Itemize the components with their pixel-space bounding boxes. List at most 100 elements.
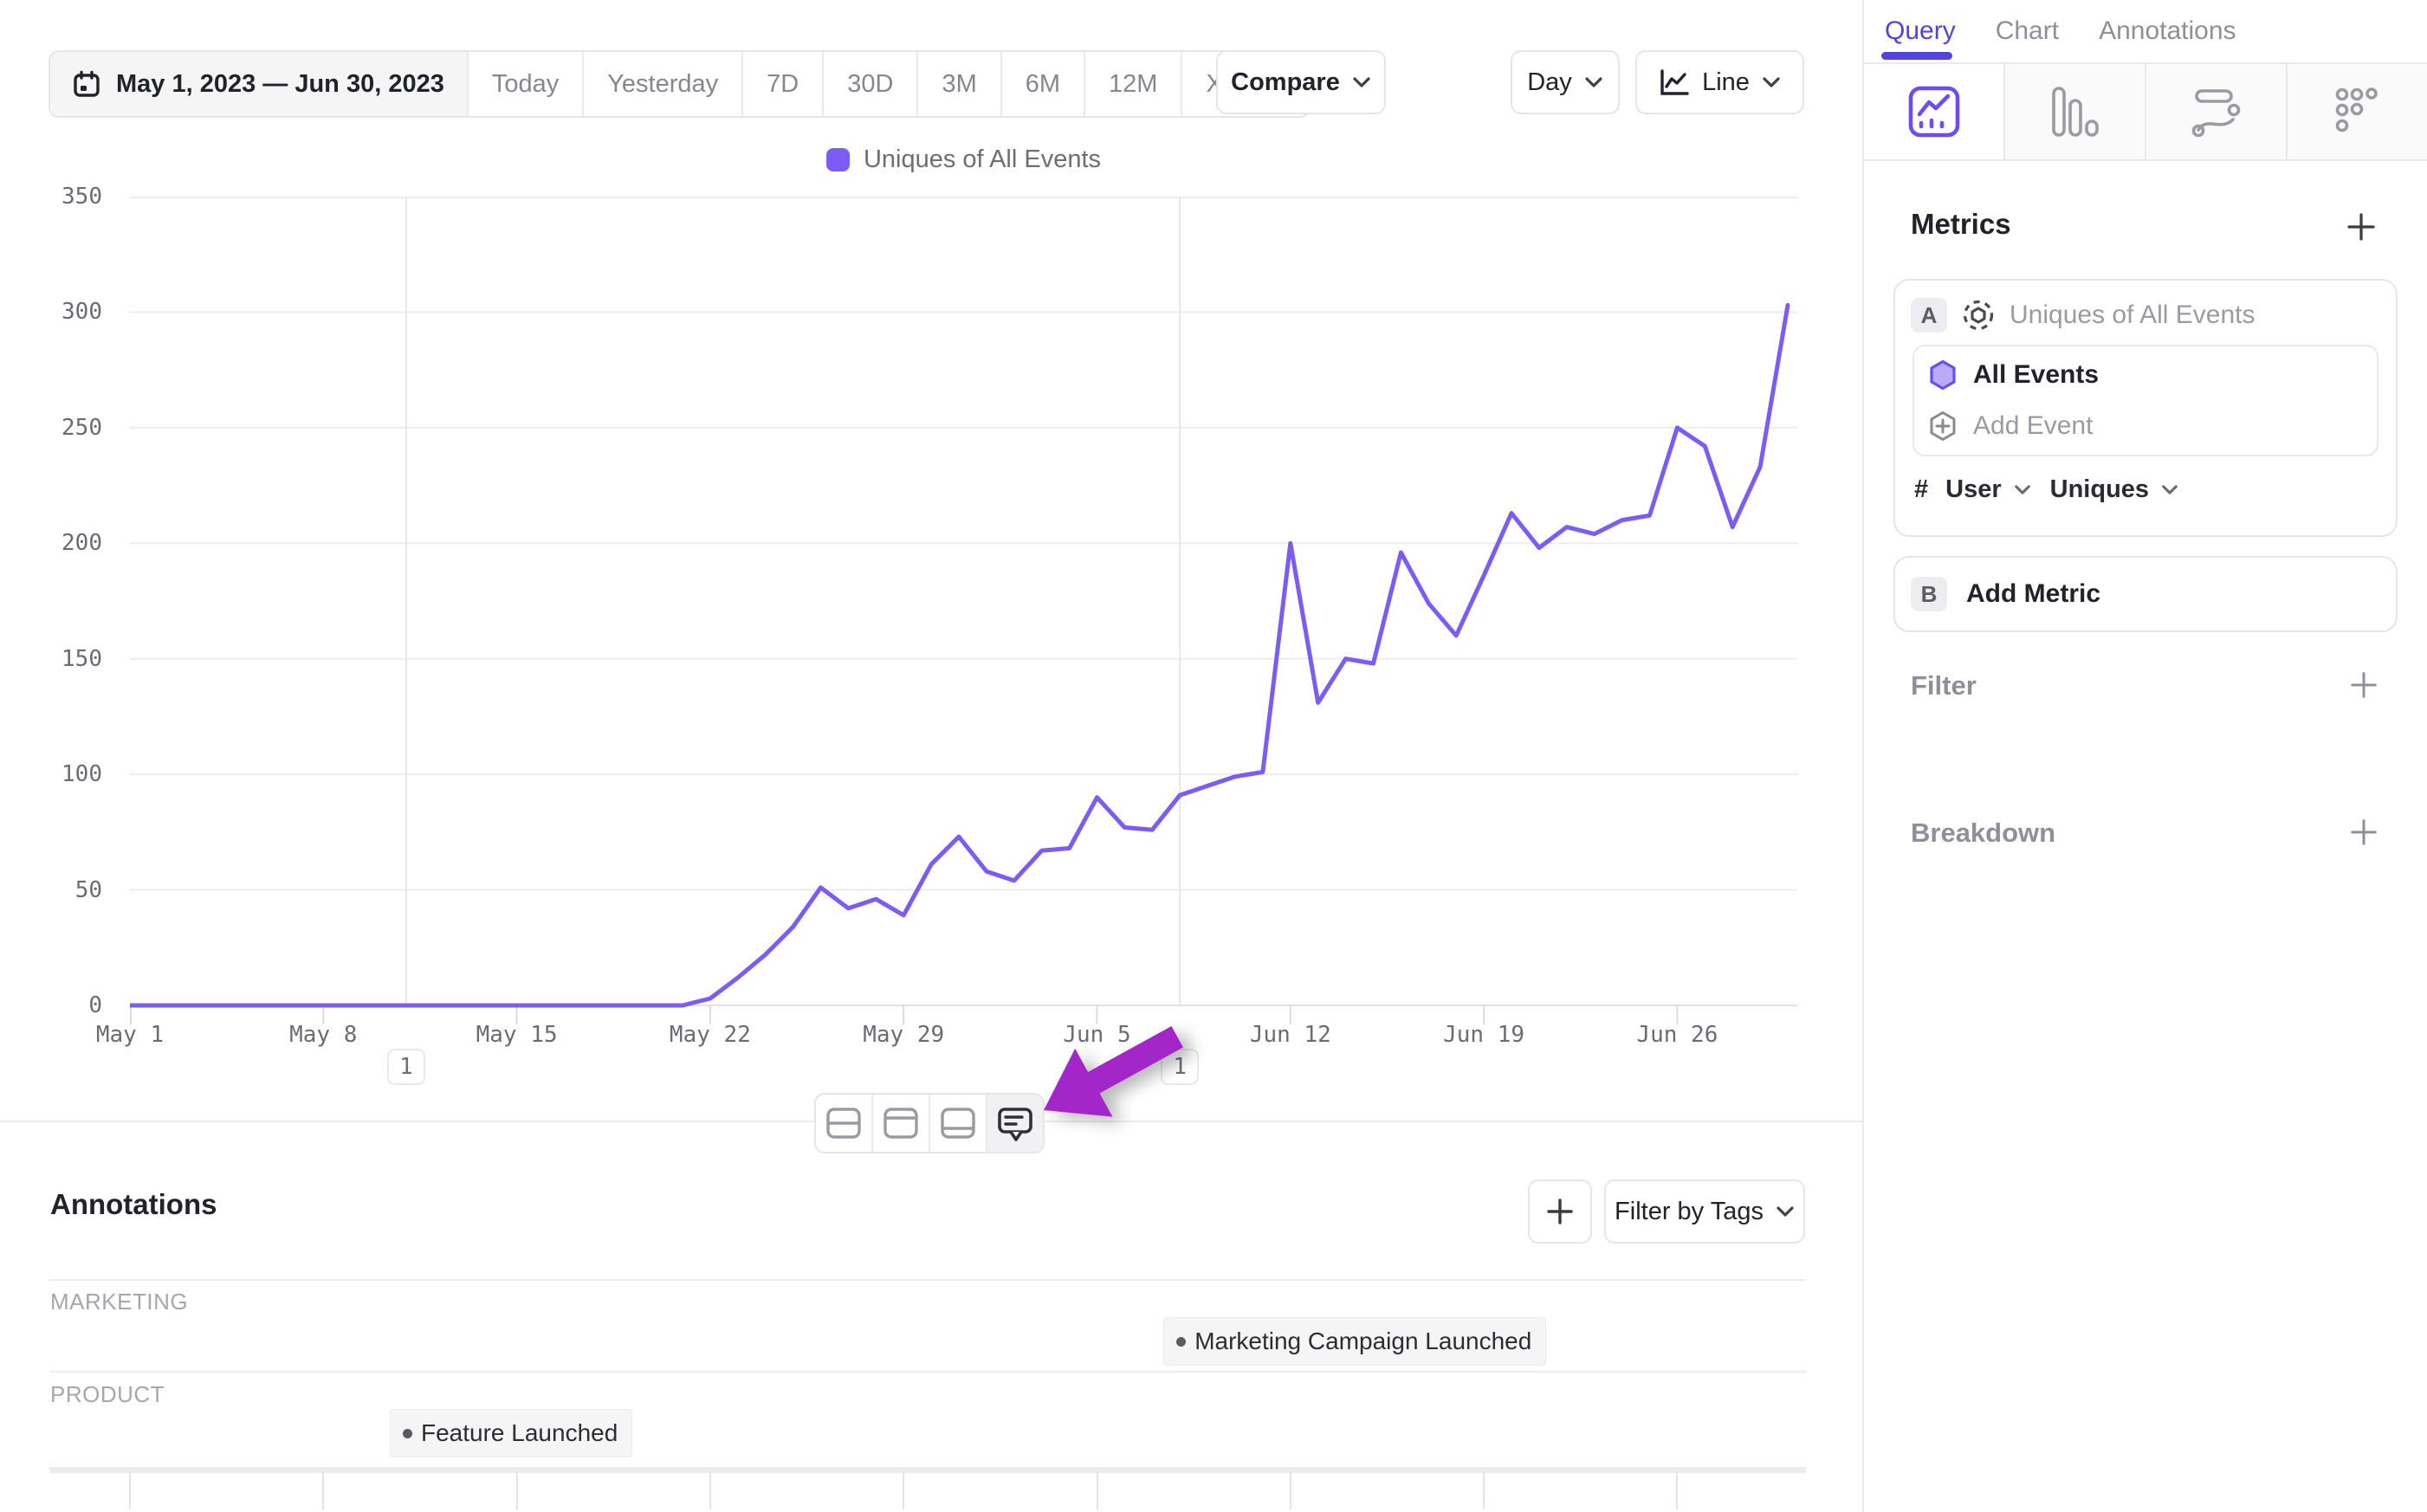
metrics-title: Metrics [1911, 208, 2011, 241]
chevron-down-icon [1762, 76, 1781, 88]
preset-today[interactable]: Today [467, 52, 582, 116]
measure-prefix: # [1914, 475, 1928, 504]
annotation-chip[interactable]: Feature Launched [390, 1409, 632, 1457]
date-range-button[interactable]: May 1, 2023 — Jun 30, 2023 [50, 52, 467, 116]
add-breakdown-button[interactable] [2349, 817, 2378, 847]
preset-7d[interactable]: 7D [741, 52, 822, 116]
all-events-row[interactable]: All Events [1914, 346, 2377, 404]
metric-name-label: Uniques of All Events [2010, 300, 2255, 330]
x-tick-label: Jun 26 [1612, 1022, 1742, 1048]
y-tick-label: 250 [29, 415, 102, 441]
add-metric-card[interactable]: B Add Metric [1893, 556, 2398, 632]
metric-header-row[interactable]: A Uniques of All Events [1895, 281, 2396, 345]
series-line-uniques [130, 305, 1788, 1005]
measure-entity-dropdown[interactable]: User [1945, 475, 2002, 504]
granularity-button[interactable]: Day [1511, 50, 1620, 114]
viz-flow-button[interactable] [2145, 64, 2286, 159]
active-tab-underline [1881, 52, 1952, 60]
breakdown-section: Breakdown [1864, 811, 2427, 863]
ruler-tick [1097, 1471, 1098, 1509]
ruler-tick [516, 1471, 518, 1509]
date-range-control: May 1, 2023 — Jun 30, 2023 Today Yesterd… [49, 50, 1311, 118]
add-event-row[interactable]: Add Event [1914, 404, 2377, 455]
lane-divider [49, 1279, 1806, 1281]
preset-yesterday[interactable]: Yesterday [582, 52, 741, 116]
date-range-label: May 1, 2023 — Jun 30, 2023 [116, 70, 444, 99]
panel-footer-bottom-icon [940, 1107, 976, 1140]
chevron-down-icon [1352, 76, 1371, 88]
annotation-marker-badge[interactable]: 1 [387, 1049, 425, 1085]
add-metric-plus-button[interactable] [2346, 211, 2377, 242]
layout-header-top-button[interactable] [871, 1095, 929, 1152]
matrix-dots-icon [2333, 87, 2382, 136]
comments-icon [996, 1105, 1034, 1141]
metric-badge-a: A [1911, 298, 1947, 333]
add-annotation-button[interactable] [1528, 1179, 1592, 1244]
y-tick-label: 300 [29, 299, 102, 325]
annotations-panel-title: Annotations [50, 1188, 217, 1221]
plus-icon [2349, 817, 2378, 847]
x-tick-label: May 15 [452, 1022, 582, 1048]
tab-chart[interactable]: Chart [1996, 16, 2059, 46]
ruler-tick [1483, 1471, 1485, 1509]
annotations-comments-button[interactable] [986, 1095, 1043, 1152]
legend-label: Uniques of All Events [864, 145, 1101, 174]
flow-icon [2191, 87, 2242, 137]
y-tick-label: 200 [29, 530, 102, 556]
all-events-label: All Events [1973, 360, 2099, 390]
x-tick-label: May 22 [645, 1022, 775, 1048]
chart-type-button[interactable]: Line [1635, 50, 1804, 114]
metric-card-a[interactable]: A Uniques of All Events All Events [1893, 279, 2398, 537]
bar-chart-icon [2051, 86, 2100, 138]
x-tick-label: Jun 12 [1226, 1022, 1356, 1048]
ruler-tick [709, 1471, 711, 1509]
insights-app: May 1, 2023 — Jun 30, 2023 Today Yesterd… [0, 0, 2427, 1512]
main-area: May 1, 2023 — Jun 30, 2023 Today Yesterd… [0, 0, 1862, 1512]
query-sidebar: Query Chart Annotations [1862, 0, 2427, 1512]
tab-query[interactable]: Query [1885, 16, 1956, 46]
y-tick-label: 350 [29, 184, 102, 210]
plus-icon [1545, 1197, 1575, 1226]
plus-icon [2349, 670, 2378, 700]
viz-bar-chart-button[interactable] [2003, 64, 2145, 159]
add-event-icon [1928, 410, 1958, 442]
compare-button[interactable]: Compare [1216, 50, 1386, 114]
viz-table-button[interactable] [2286, 64, 2427, 159]
chevron-down-icon [1776, 1205, 1795, 1218]
metric-settings-icon[interactable] [1961, 298, 1996, 333]
breakdown-label: Breakdown [1911, 817, 2055, 849]
tab-annotations[interactable]: Annotations [2099, 16, 2236, 46]
x-tick-label: Jun 19 [1419, 1022, 1549, 1048]
ruler-tick [1290, 1471, 1291, 1509]
annotation-chip-label: Marketing Campaign Launched [1194, 1328, 1531, 1355]
layout-split-middle-button[interactable] [816, 1095, 871, 1152]
filter-by-tags-button[interactable]: Filter by Tags [1604, 1179, 1805, 1244]
add-filter-button[interactable] [2349, 670, 2378, 700]
filter-by-tags-label: Filter by Tags [1615, 1198, 1764, 1226]
filter-section: Filter [1864, 663, 2427, 715]
annotation-dot [403, 1429, 412, 1438]
preset-3m[interactable]: 3M [916, 52, 1000, 116]
annotation-timeline-ruler [49, 1467, 1806, 1473]
layout-footer-bottom-button[interactable] [929, 1095, 986, 1152]
ruler-tick [129, 1471, 131, 1509]
viz-line-chart-button[interactable] [1864, 64, 2003, 159]
y-tick-label: 0 [29, 992, 102, 1018]
annotation-marker-badge[interactable]: 1 [1161, 1049, 1199, 1085]
lane-category-label: MARKETING [50, 1289, 188, 1315]
lane-category-label: PRODUCT [50, 1381, 165, 1408]
preset-6m[interactable]: 6M [1000, 52, 1084, 116]
add-event-label: Add Event [1973, 411, 2093, 441]
preset-12m[interactable]: 12M [1084, 52, 1181, 116]
preset-30d[interactable]: 30D [822, 52, 916, 116]
line-chart-plot [130, 197, 1797, 1045]
annotation-chip[interactable]: Marketing Campaign Launched [1163, 1317, 1546, 1366]
line-chart-icon [1659, 68, 1690, 97]
panel-header-top-icon [883, 1107, 919, 1140]
measure-type-dropdown[interactable]: Uniques [2050, 475, 2149, 504]
chevron-down-icon [2014, 484, 2031, 495]
calendar-icon [73, 70, 100, 98]
compare-label: Compare [1231, 68, 1340, 97]
all-events-hexagon-icon [1928, 359, 1958, 391]
panel-split-middle-icon [825, 1107, 862, 1140]
